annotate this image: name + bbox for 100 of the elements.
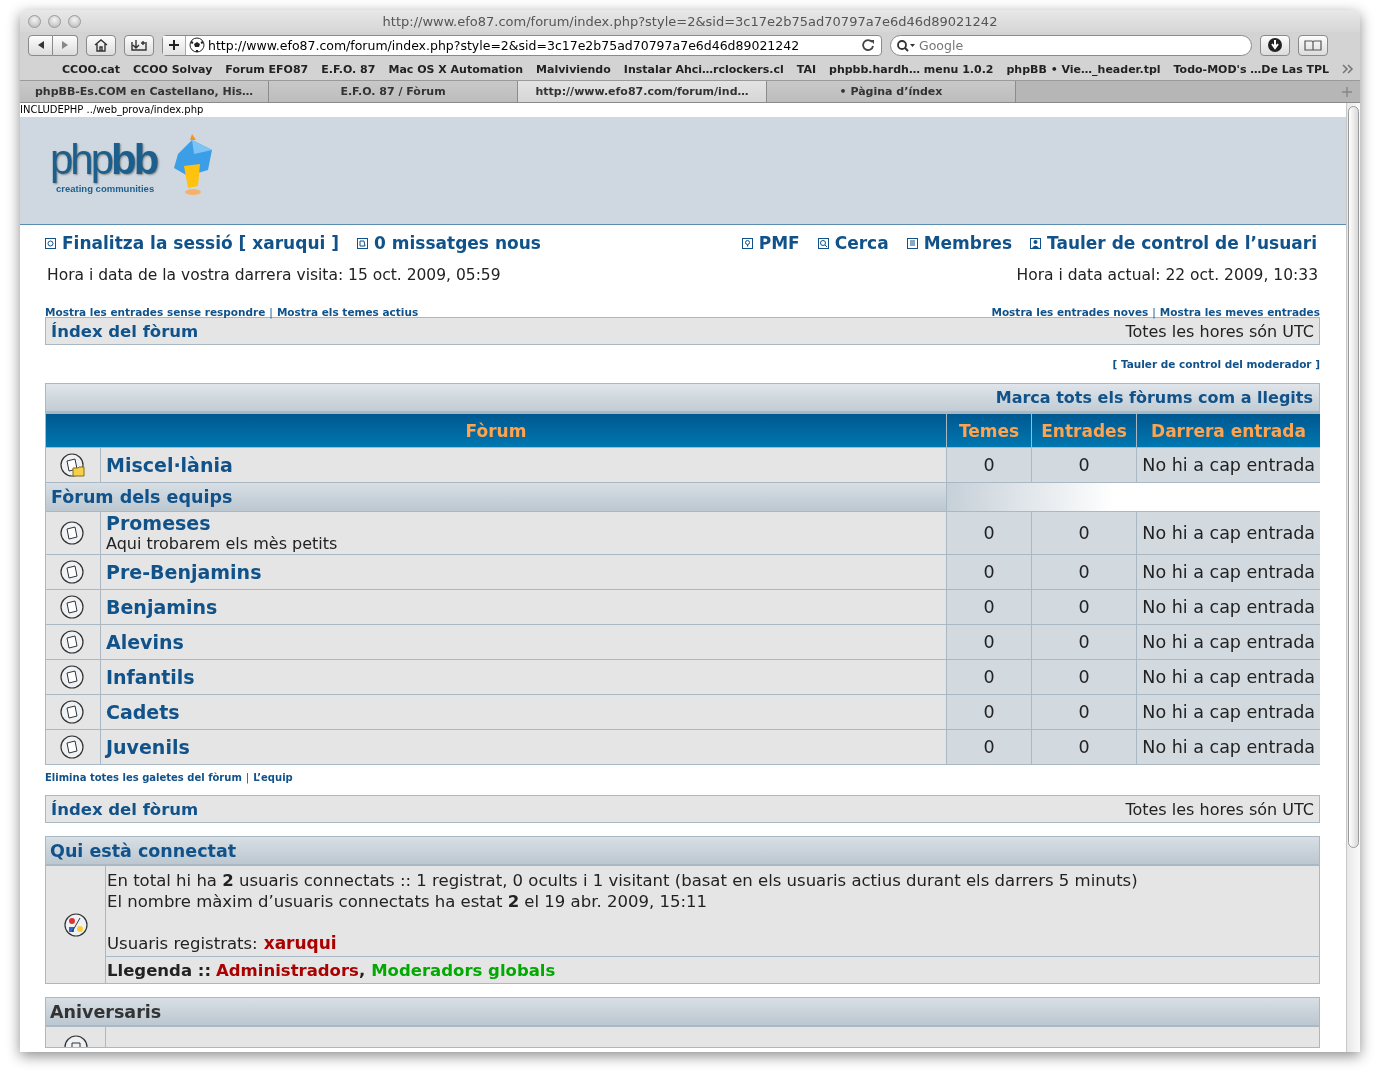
topics-cell: 0 [947, 730, 1031, 764]
search-icon [817, 237, 829, 249]
users-icon [62, 911, 89, 938]
column-header: Fòrum [46, 414, 946, 447]
download-button[interactable] [1260, 34, 1290, 56]
online-stats-text: El nombre màxim d’usuaris connectats ha estat 2 el 19 abr. 2009, 15:11 [107, 891, 708, 912]
registered-users-label: Usuaris registrats: [107, 933, 258, 954]
window-control-icon[interactable] [68, 14, 81, 28]
browser-tab[interactable]: E.F.O. 87 / Fòrum [269, 81, 518, 102]
topics-cell: 0 [947, 660, 1031, 694]
mark-read-link[interactable]: Marca tots els fòrums com a llegits [995, 388, 1313, 407]
logout-link[interactable]: Finalitza la sessió [ xaruqui ] [62, 233, 339, 253]
footer-link[interactable]: L’equip [253, 772, 293, 783]
forum-link[interactable]: Cadets [106, 701, 180, 723]
forum-link[interactable]: Promeses [106, 512, 211, 534]
topics-cell: 0 [947, 512, 1031, 554]
bookmark-link[interactable]: phpbb.hardh… menu 1.0.2 [829, 62, 994, 76]
tray-icon [130, 38, 148, 52]
forum-index-link[interactable]: Índex del fòrum [51, 799, 199, 819]
user-icon [1030, 237, 1042, 249]
quick-link[interactable]: Mostra les meves entrades [1159, 306, 1320, 318]
link-separator: | [269, 306, 273, 318]
topics-cell: 0 [947, 555, 1031, 589]
current-time-text: Hora i data actual: 22 oct. 2009, 10:33 [1016, 266, 1318, 284]
legend-label: Llegenda :: [107, 960, 211, 980]
topics-cell: 0 [947, 590, 1031, 624]
last-post-cell: No hi a cap entrada [1137, 448, 1320, 482]
group-link[interactable]: Administradors [216, 960, 359, 980]
forum-link[interactable]: Benjamins [106, 596, 218, 618]
add-icon [163, 35, 186, 55]
forum-description: Aqui trobarem els mès petits [106, 534, 338, 554]
timezone-text: Totes les hores són UTC [1125, 799, 1314, 819]
nav-link[interactable]: Membres [923, 233, 1013, 253]
forum-link[interactable]: Alevins [106, 631, 184, 653]
calendar-icon [62, 1035, 89, 1047]
bookmark-add-button[interactable] [124, 34, 154, 56]
nav-link[interactable]: PMF [758, 233, 800, 253]
last-post-cell: No hi a cap entrada [1137, 625, 1320, 659]
topics-cell: 0 [947, 625, 1031, 659]
bookmark-link[interactable]: Malviviendo [536, 62, 611, 76]
faq-icon [741, 237, 753, 249]
forum-link[interactable]: Infantils [106, 666, 195, 688]
posts-cell: 0 [1032, 695, 1136, 729]
debug-text: INCLUDEPHP ../web_prova/index.php [20, 103, 205, 117]
home-button[interactable] [86, 34, 116, 56]
nav-link[interactable]: Cerca [834, 233, 889, 253]
nav-link[interactable]: Tauler de control de l’usuari [1047, 233, 1317, 253]
category-link[interactable]: Fòrum dels equips [51, 487, 233, 507]
home-icon [93, 38, 109, 52]
column-header: Temes [947, 414, 1031, 447]
bookmark-link[interactable]: phpBB • Vie…_header.tpl [1006, 62, 1161, 76]
bookmark-link[interactable]: Todo-MOD's …De Las TPL [1173, 62, 1330, 76]
topics-cell: 0 [947, 448, 1031, 482]
download-icon [1267, 37, 1283, 53]
link-separator: | [245, 772, 250, 783]
last-post-cell: No hi a cap entrada [1137, 512, 1320, 554]
url-text: http://www.efo87.com/forum/index.php?style=2&sid=3c17e2b75ad70797a7e6d46d89021242 [208, 37, 801, 53]
reload-icon[interactable] [861, 38, 875, 52]
quick-link[interactable]: Mostra les entrades noves [991, 306, 1149, 318]
browser-tab[interactable]: http://www.efo87.com/forum/ind… [518, 81, 767, 102]
bookmark-link[interactable]: Mac OS X Automation [388, 62, 524, 76]
bookmark-link[interactable]: CCOO.cat [62, 62, 120, 76]
bookmark-link[interactable]: Forum EFO87 [225, 62, 309, 76]
last-visit-text: Hora i data de la vostra darrera visita: 15 oct. 2009, 05:59 [47, 266, 501, 284]
messages-link[interactable]: 0 missatges nous [374, 233, 541, 253]
scrollbar[interactable] [1346, 103, 1360, 1052]
posts-cell: 0 [1032, 660, 1136, 694]
bookmark-link[interactable]: Instalar Ahci…rclockers.cl [623, 62, 784, 76]
logout-icon [45, 237, 56, 249]
logo-wordmark[interactable]: phpbb [50, 135, 157, 184]
forum-link[interactable]: Miscel·lània [106, 454, 233, 476]
footer-link[interactable]: Elimina totes les galetes del fòrum [45, 772, 242, 783]
username-link[interactable]: xaruqui [263, 933, 337, 953]
chevron-icon[interactable] [1342, 64, 1355, 74]
quick-link[interactable]: Mostra els temes actius [276, 306, 419, 318]
bookmark-link[interactable]: E.F.O. 87 [321, 62, 376, 76]
moderator-link[interactable]: [ Tauler de control del moderador ] [1112, 358, 1320, 370]
browser-tab[interactable]: phpBB-Es.COM en Castellano, His… [20, 81, 269, 102]
address-field[interactable]: http://www.efo87.com/forum/index.php?style=2&sid=3c17e2b75ad70797a7e6d46d89021242 [162, 34, 882, 56]
reader-button[interactable] [1298, 34, 1328, 56]
window-control-icon[interactable] [28, 14, 41, 28]
browser-tab[interactable]: • Pàgina d’índex [767, 81, 1016, 102]
back-button[interactable] [28, 34, 53, 56]
forum-index-link[interactable]: Índex del fòrum [51, 321, 199, 341]
section-title: Qui està connectat [50, 840, 237, 861]
last-post-cell: No hi a cap entrada [1137, 730, 1320, 764]
last-post-cell: No hi a cap entrada [1137, 695, 1320, 729]
search-field[interactable]: Google [890, 34, 1252, 56]
bookmark-link[interactable]: TAI [796, 62, 816, 76]
window-control-icon[interactable] [48, 14, 61, 28]
posts-cell: 0 [1032, 555, 1136, 589]
list-icon [906, 237, 918, 249]
column-header: Darrera entrada [1137, 414, 1320, 447]
section-title: Aniversaris [50, 1001, 162, 1022]
forum-link[interactable]: Juvenils [106, 736, 190, 758]
posts-cell: 0 [1032, 448, 1136, 482]
forum-link[interactable]: Pre-Benjamins [106, 561, 262, 583]
quick-link[interactable]: Mostra les entrades sense respondre [45, 306, 266, 318]
group-separator: , [358, 960, 366, 980]
bookmark-link[interactable]: CCOO Solvay [133, 62, 213, 76]
